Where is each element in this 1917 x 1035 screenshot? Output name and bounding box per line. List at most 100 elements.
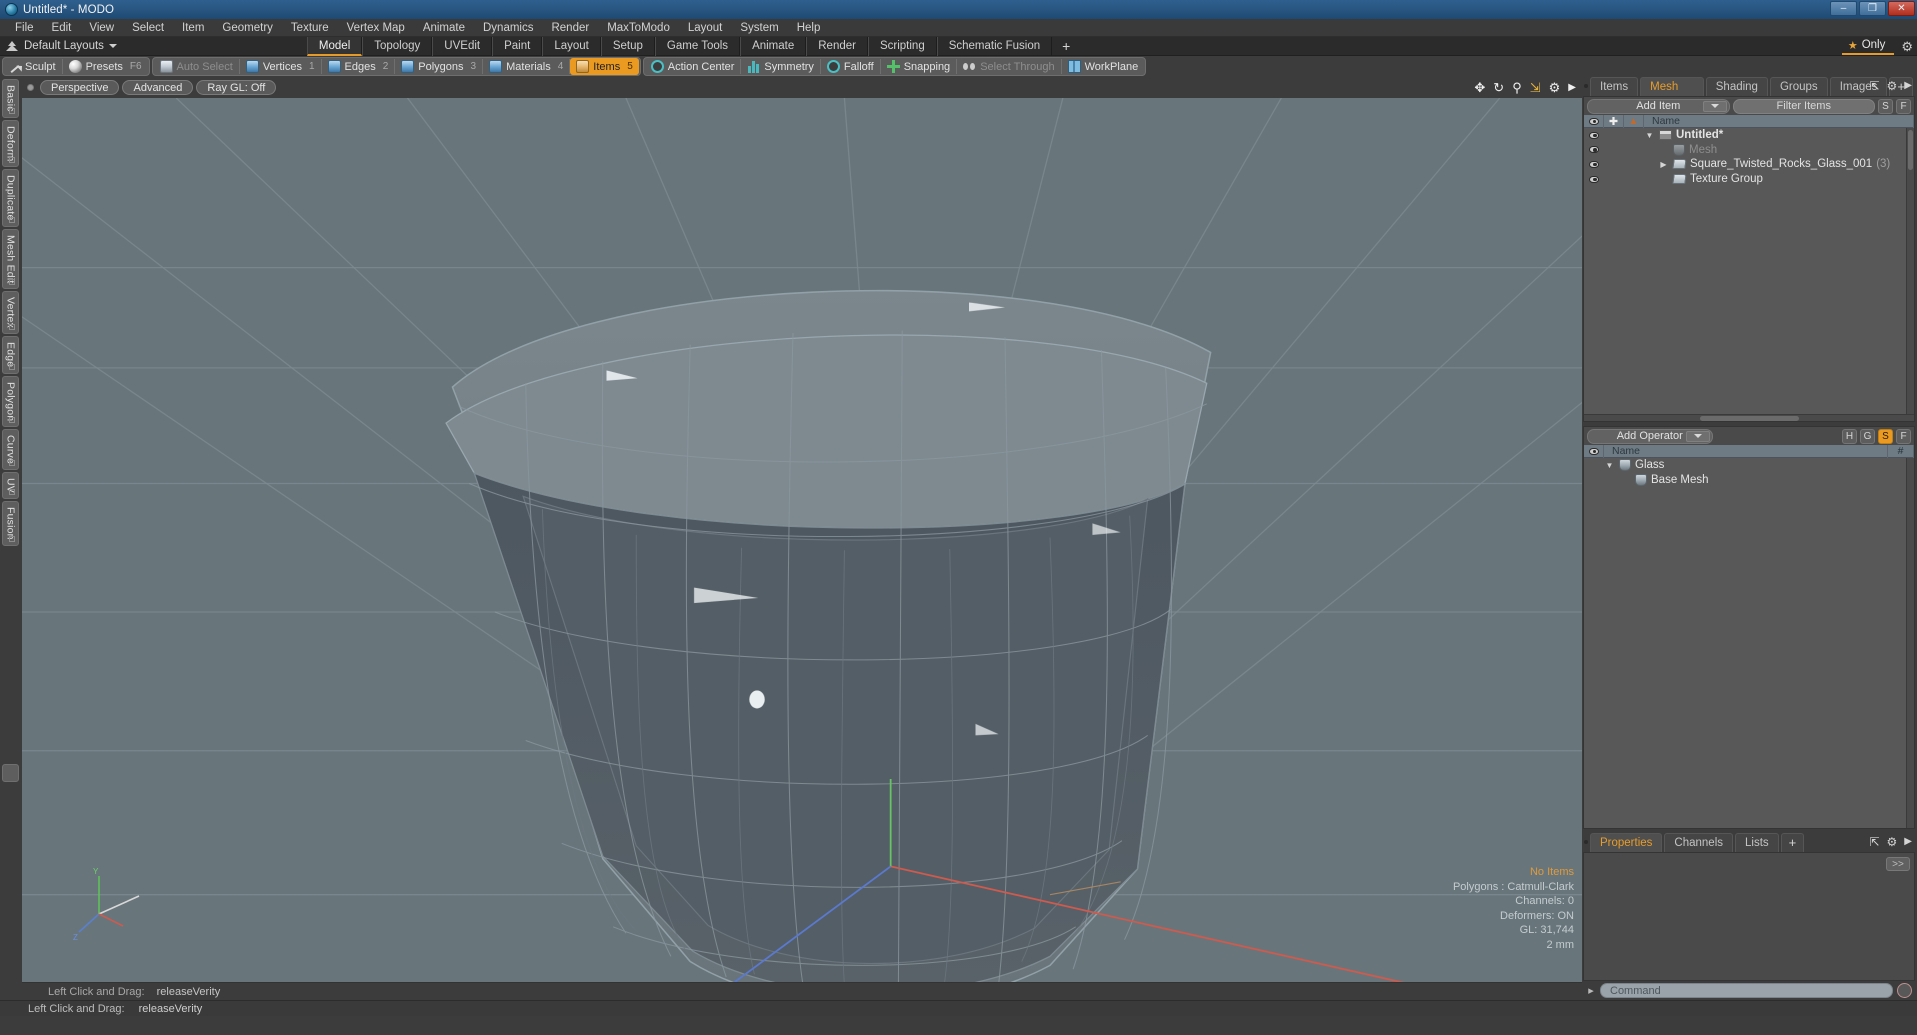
sculpt-button[interactable]: Sculpt <box>4 58 62 75</box>
meshops-h-button[interactable]: H <box>1842 428 1857 444</box>
meshops-f-button[interactable]: F <box>1896 428 1911 444</box>
table-row[interactable]: ▼ Untitled* <box>1584 128 1906 143</box>
sidebar-item-basic[interactable]: Basic <box>2 79 19 118</box>
tab-layout[interactable]: Layout <box>542 36 601 56</box>
row-name-cell[interactable]: ▼ Untitled* <box>1644 129 1906 141</box>
twisty-icon[interactable]: ▶ <box>1658 160 1669 169</box>
snapping-button[interactable]: Snapping <box>881 58 957 75</box>
gear-icon[interactable]: ⚙ <box>1887 80 1898 92</box>
column-render[interactable]: ▲ <box>1624 114 1644 128</box>
materials-mode-button[interactable]: Materials 4 <box>483 58 569 75</box>
column-visibility[interactable] <box>1584 114 1604 128</box>
sidebar-item-duplicate[interactable]: Duplicate <box>2 169 19 227</box>
row-visibility-toggle[interactable] <box>1584 175 1604 183</box>
sidebar-item-fusion[interactable]: Fusion <box>2 501 19 546</box>
properties-panel-body[interactable]: >> <box>1583 852 1915 981</box>
panel-menu-dot[interactable] <box>1584 84 1588 88</box>
filter-s-button[interactable]: S <box>1878 98 1893 114</box>
sidebar-item-edge[interactable]: Edge <box>2 336 19 374</box>
select-through-button[interactable]: Select Through <box>957 58 1060 75</box>
move-icon[interactable]: ✥ <box>1474 81 1485 94</box>
tab-topology[interactable]: Topology <box>362 36 433 56</box>
row-name-cell[interactable]: Mesh <box>1644 143 1906 156</box>
rotate-icon[interactable]: ↻ <box>1493 81 1504 94</box>
menu-item-view[interactable]: View <box>80 19 123 37</box>
symmetry-button[interactable]: Symmetry <box>741 58 820 75</box>
row-name-cell[interactable]: ▶ Square_Twisted_Rocks_Glass_001 (3) <box>1644 158 1906 170</box>
default-layouts-dropdown[interactable]: Default Layouts <box>0 40 117 53</box>
tab-paint[interactable]: Paint <box>492 36 543 56</box>
chevron-right-icon[interactable]: ▶ <box>1568 81 1576 94</box>
menu-item-maxtomodo[interactable]: MaxToModo <box>598 19 679 37</box>
expand-icon[interactable]: ⇱ <box>1869 836 1879 848</box>
gear-icon[interactable]: ⚙ <box>1901 40 1913 53</box>
meshops-g-button[interactable]: G <box>1860 428 1875 444</box>
viewport-menu-dot[interactable] <box>27 84 34 91</box>
scrollbar-thumb[interactable] <box>1699 416 1799 421</box>
row-name-cell[interactable]: Base Mesh <box>1604 473 1906 486</box>
column-lock[interactable]: ✚ <box>1604 114 1624 128</box>
menu-item-animate[interactable]: Animate <box>414 19 474 37</box>
filter-f-button[interactable]: F <box>1896 98 1911 114</box>
tab-setup[interactable]: Setup <box>600 36 655 56</box>
sidebar-item-uv[interactable]: UV <box>2 472 19 500</box>
tab-animate[interactable]: Animate <box>740 36 807 56</box>
add-properties-tab-button[interactable]: + <box>1780 833 1805 852</box>
sidebar-item-deform[interactable]: Deform <box>2 119 19 168</box>
list-item[interactable]: Base Mesh <box>1584 473 1906 488</box>
viewport-3d[interactable]: Y Z No Items Polygons : Catmull-Clark Ch… <box>22 98 1582 982</box>
column-name-header[interactable]: Name <box>1604 444 1888 458</box>
tab-properties[interactable]: Properties <box>1590 833 1663 852</box>
add-item-button[interactable]: Add Item <box>1587 98 1730 114</box>
add-operator-dropdown-arrow[interactable] <box>1685 430 1710 442</box>
twisty-icon[interactable]: ▼ <box>1604 461 1615 470</box>
menu-item-geometry[interactable]: Geometry <box>213 19 282 37</box>
tab-items[interactable]: Items <box>1590 77 1639 96</box>
menu-item-help[interactable]: Help <box>788 19 830 37</box>
menu-item-vertex-map[interactable]: Vertex Map <box>338 19 414 37</box>
list-item[interactable]: ▼ Glass <box>1584 458 1906 473</box>
menu-item-layout[interactable]: Layout <box>679 19 732 37</box>
column-index-header[interactable]: # <box>1888 444 1914 458</box>
tab-schematic-fusion[interactable]: Schematic Fusion <box>936 36 1053 56</box>
sidebar-item-vertex[interactable]: Vertex <box>2 291 19 335</box>
tab-lists[interactable]: Lists <box>1735 833 1779 852</box>
panel-menu-dot[interactable] <box>1584 840 1588 844</box>
auto-select-button[interactable]: Auto Select <box>154 58 239 75</box>
viewport-projection-dropdown[interactable]: Perspective <box>40 80 120 95</box>
item-list-horizontal-scrollbar[interactable] <box>1584 414 1914 421</box>
tab-scripting[interactable]: Scripting <box>867 36 937 56</box>
twisty-icon[interactable]: ▼ <box>1644 131 1655 140</box>
row-name-cell[interactable]: Texture Group <box>1644 173 1906 185</box>
command-input[interactable]: Command <box>1600 983 1893 998</box>
polygons-mode-button[interactable]: Polygons 3 <box>395 58 482 75</box>
menu-item-file[interactable]: File <box>6 19 43 37</box>
menu-item-select[interactable]: Select <box>123 19 173 37</box>
add-tab-button[interactable]: + <box>1052 37 1080 56</box>
meshops-s-button[interactable]: S <box>1878 428 1893 444</box>
properties-expand-button[interactable]: >> <box>1886 857 1910 871</box>
sidebar-item-polygon[interactable]: Polygon <box>2 375 19 428</box>
tab-render[interactable]: Render <box>806 36 868 56</box>
tab-shading[interactable]: Shading <box>1705 77 1768 96</box>
table-row[interactable]: Mesh <box>1584 143 1906 158</box>
tab-uvedit[interactable]: UVEdit <box>432 36 493 56</box>
sidebar-extra-slot[interactable] <box>2 763 19 782</box>
menu-item-system[interactable]: System <box>731 19 787 37</box>
gear-icon[interactable]: ⚙ <box>1887 836 1898 848</box>
falloff-button[interactable]: Falloff <box>821 58 880 75</box>
sidebar-item-curve[interactable]: Curve <box>2 429 19 471</box>
action-center-button[interactable]: Action Center <box>645 58 741 75</box>
tab-groups[interactable]: Groups <box>1769 77 1828 96</box>
expand-icon[interactable]: ⇱ <box>1869 80 1879 92</box>
tab-channels[interactable]: Channels <box>1664 833 1734 852</box>
chevron-right-icon[interactable]: ▶ <box>1904 80 1912 92</box>
table-row[interactable]: Texture Group <box>1584 172 1906 187</box>
menu-item-edit[interactable]: Edit <box>43 19 81 37</box>
menu-item-texture[interactable]: Texture <box>282 19 338 37</box>
row-visibility-toggle[interactable] <box>1584 146 1604 154</box>
items-mode-button[interactable]: Items 5 <box>570 58 639 75</box>
workplane-button[interactable]: WorkPlane <box>1062 58 1145 75</box>
viewport-shading-dropdown[interactable]: Advanced <box>122 80 194 95</box>
maximize-button[interactable]: ❐ <box>1859 1 1886 16</box>
